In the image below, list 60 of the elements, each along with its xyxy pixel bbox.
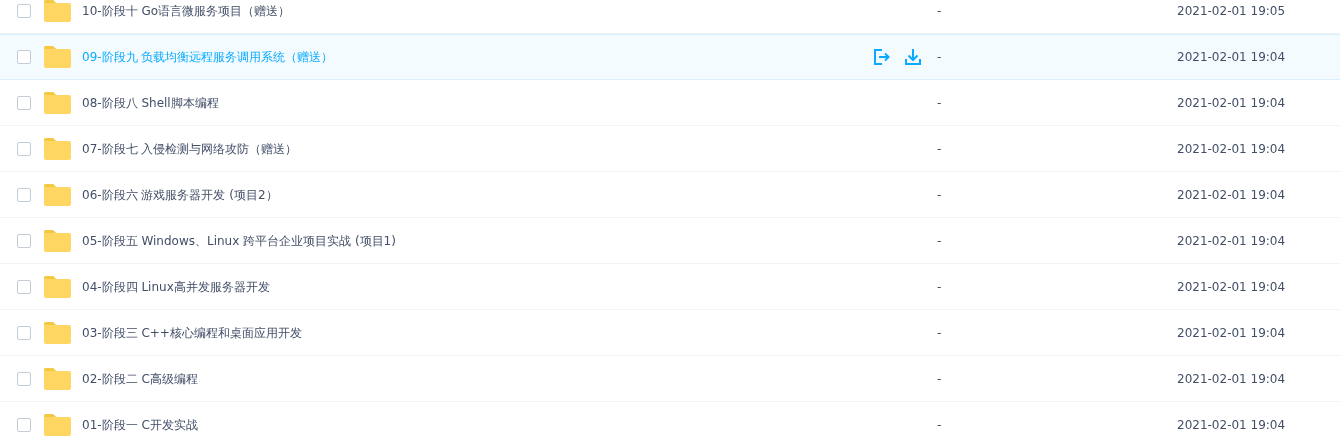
- file-row[interactable]: 04-阶段四 Linux高并发服务器开发 - 2021-02-01 19:04: [0, 264, 1340, 310]
- modified-date: 2021-02-01 19:04: [1177, 96, 1286, 110]
- folder-name[interactable]: 02-阶段二 C高级编程: [82, 370, 872, 388]
- folder-name[interactable]: 01-阶段一 C开发实战: [82, 416, 872, 434]
- folder-icon: [44, 0, 71, 22]
- modified-date: 2021-02-01 19:04: [1177, 50, 1286, 64]
- folder-icon: [44, 276, 71, 298]
- file-row[interactable]: 07-阶段七 入侵检测与网络攻防（赠送） - 2021-02-01 19:04: [0, 126, 1340, 172]
- share-icon[interactable]: [872, 48, 890, 66]
- checkbox[interactable]: [17, 188, 31, 202]
- checkbox[interactable]: [17, 142, 31, 156]
- folder-name[interactable]: 07-阶段七 入侵检测与网络攻防（赠送）: [82, 140, 872, 158]
- file-row[interactable]: 02-阶段二 C高级编程 - 2021-02-01 19:04: [0, 356, 1340, 402]
- modified-date: 2021-02-01 19:04: [1177, 188, 1286, 202]
- file-size: -: [937, 372, 943, 386]
- folder-icon: [44, 184, 71, 206]
- file-size: -: [937, 234, 943, 248]
- modified-date: 2021-02-01 19:04: [1177, 142, 1286, 156]
- file-row[interactable]: 08-阶段八 Shell脚本编程 - 2021-02-01 19:04: [0, 80, 1340, 126]
- file-size: -: [937, 50, 943, 64]
- modified-date: 2021-02-01 19:04: [1177, 372, 1286, 386]
- folder-name[interactable]: 10-阶段十 Go语言微服务项目（赠送）: [82, 2, 872, 20]
- modified-date: 2021-02-01 19:04: [1177, 234, 1286, 248]
- folder-icon: [44, 46, 71, 68]
- checkbox[interactable]: [17, 234, 31, 248]
- download-icon[interactable]: [904, 48, 922, 66]
- checkbox[interactable]: [17, 418, 31, 432]
- file-size: -: [937, 280, 943, 294]
- folder-name[interactable]: 05-阶段五 Windows、Linux 跨平台企业项目实战 (项目1): [82, 232, 872, 250]
- file-row[interactable]: 03-阶段三 C++核心编程和桌面应用开发 - 2021-02-01 19:04: [0, 310, 1340, 356]
- folder-icon: [44, 138, 71, 160]
- modified-date: 2021-02-01 19:04: [1177, 418, 1286, 432]
- checkbox[interactable]: [17, 50, 31, 64]
- folder-icon: [44, 322, 71, 344]
- file-row[interactable]: 09-阶段九 负载均衡远程服务调用系统（赠送） - 2021-02-01 19:04: [0, 34, 1340, 80]
- checkbox[interactable]: [17, 326, 31, 340]
- modified-date: 2021-02-01 19:04: [1177, 280, 1286, 294]
- folder-name[interactable]: 08-阶段八 Shell脚本编程: [82, 94, 872, 112]
- folder-name[interactable]: 03-阶段三 C++核心编程和桌面应用开发: [82, 324, 872, 342]
- file-size: -: [937, 4, 943, 18]
- file-row[interactable]: 06-阶段六 游戏服务器开发 (项目2） - 2021-02-01 19:04: [0, 172, 1340, 218]
- checkbox[interactable]: [17, 372, 31, 386]
- folder-name[interactable]: 04-阶段四 Linux高并发服务器开发: [82, 278, 872, 296]
- file-size: -: [937, 418, 943, 432]
- folder-name[interactable]: 06-阶段六 游戏服务器开发 (项目2）: [82, 186, 872, 204]
- checkbox[interactable]: [17, 280, 31, 294]
- file-size: -: [937, 96, 943, 110]
- file-size: -: [937, 326, 943, 340]
- folder-icon: [44, 368, 71, 390]
- folder-icon: [44, 414, 71, 436]
- modified-date: 2021-02-01 19:05: [1177, 4, 1286, 18]
- checkbox[interactable]: [17, 96, 31, 110]
- file-size: -: [937, 142, 943, 156]
- folder-icon: [44, 92, 71, 114]
- file-row[interactable]: 01-阶段一 C开发实战 - 2021-02-01 19:04: [0, 402, 1340, 437]
- checkbox[interactable]: [17, 4, 31, 18]
- file-size: -: [937, 188, 943, 202]
- modified-date: 2021-02-01 19:04: [1177, 326, 1286, 340]
- folder-icon: [44, 230, 71, 252]
- file-row[interactable]: 05-阶段五 Windows、Linux 跨平台企业项目实战 (项目1) - 2021-02-01 19:04: [0, 218, 1340, 264]
